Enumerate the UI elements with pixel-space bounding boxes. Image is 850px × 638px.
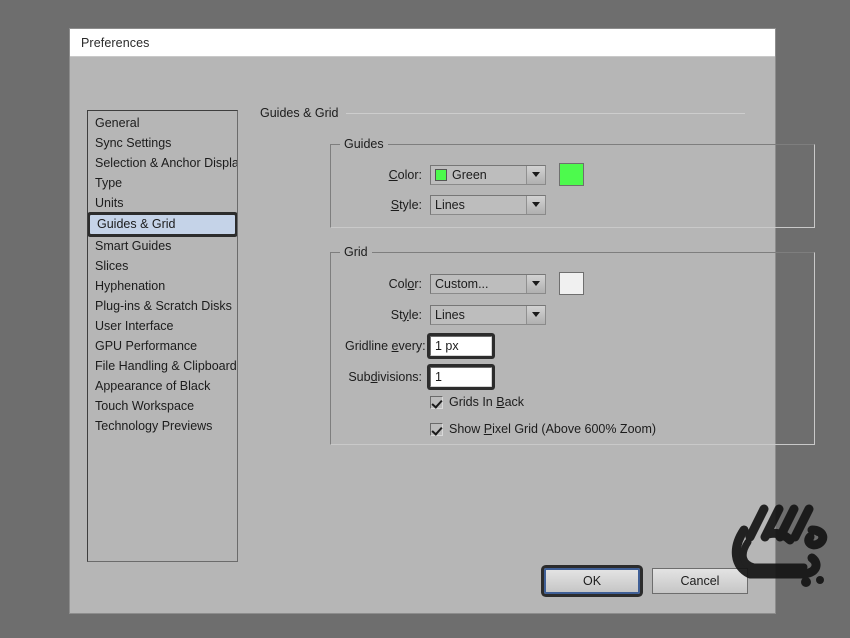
grid-color-combobox[interactable]: Custom... [430, 273, 546, 294]
show-pixel-grid-label: Show Pixel Grid (Above 600% Zoom) [449, 422, 657, 436]
grid-style-row: Style: Lines [372, 304, 546, 325]
sidebar-item-selection-anchor-display[interactable]: Selection & Anchor Display [88, 153, 237, 173]
chevron-down-icon[interactable] [526, 274, 545, 293]
sidebar-item-label: Units [95, 196, 124, 210]
chevron-down-icon[interactable] [526, 165, 545, 184]
chevron-down-icon[interactable] [526, 195, 545, 214]
sidebar-item-general[interactable]: General [88, 113, 237, 133]
sidebar-item-appearance-of-black[interactable]: Appearance of Black [88, 376, 237, 396]
subdivisions-input[interactable]: 1 [430, 366, 492, 387]
sidebar-item-label: Slices [95, 259, 129, 273]
cancel-button-label: Cancel [680, 574, 720, 588]
sidebar-item-technology-previews[interactable]: Technology Previews [88, 416, 237, 436]
sidebar-item-label: Smart Guides [95, 239, 172, 253]
settings-pane: Guides & Grid Guides Color: Green Style:… [258, 58, 815, 613]
sidebar-item-slices[interactable]: Slices [88, 256, 237, 276]
dialog-footer: OK Cancel [258, 543, 761, 613]
grid-color-label: Color: [388, 276, 422, 291]
gridline-every-row: Gridline every: 1 px [345, 335, 492, 356]
dialog-body: General Sync Settings Selection & Anchor D… [70, 58, 815, 613]
gridline-every-value: 1 px [435, 338, 459, 353]
sidebar-item-file-handling-clipboard[interactable]: File Handling & Clipboard [88, 356, 237, 376]
title-bar: Preferences [70, 29, 775, 57]
show-pixel-grid-checkbox[interactable] [430, 422, 443, 436]
sidebar-item-label: Sync Settings [95, 136, 172, 150]
sidebar-item-smart-guides[interactable]: Smart Guides [88, 236, 237, 256]
grid-style-combobox[interactable]: Lines [430, 304, 546, 325]
preferences-dialog: Preferences General Sync Settings Selectio… [70, 29, 815, 613]
guides-style-label: Style: [390, 197, 422, 212]
sidebar-item-label: User Interface [95, 319, 174, 333]
grid-color-row: Color: Custom... [372, 272, 584, 295]
subdivisions-row: Subdivisions: 1 [345, 366, 492, 387]
sidebar-item-units[interactable]: Units [88, 193, 237, 213]
sidebar-item-label: GPU Performance [95, 339, 198, 353]
category-list[interactable]: General Sync Settings Selection & Anchor D… [87, 110, 238, 562]
guides-color-value-wrap: Green [431, 166, 526, 184]
grid-color-value: Custom... [435, 276, 489, 291]
sidebar-item-type[interactable]: Type [88, 173, 237, 193]
grid-style-label: Style: [390, 307, 422, 322]
guides-style-row: Style: Lines [372, 194, 546, 215]
subdivisions-value: 1 [435, 369, 442, 384]
grids-in-back-label: Grids In Back [449, 395, 525, 409]
guides-color-value: Green [452, 167, 487, 182]
sidebar-item-label: Plug-ins & Scratch Disks [95, 299, 232, 313]
sidebar-item-label: File Handling & Clipboard [95, 359, 237, 373]
guides-group-legend: Guides [340, 137, 388, 151]
show-pixel-grid-checkbox-row[interactable]: Show Pixel Grid (Above 600% Zoom) [430, 422, 656, 436]
guides-color-row: Color: Green [372, 163, 584, 186]
ok-button[interactable]: OK [544, 568, 640, 594]
grid-group-legend: Grid [340, 245, 372, 259]
grid-color-preview[interactable] [559, 272, 584, 295]
grids-in-back-checkbox-row[interactable]: Grids In Back [430, 395, 524, 409]
sidebar-item-hyphenation[interactable]: Hyphenation [88, 276, 237, 296]
grids-in-back-checkbox[interactable] [430, 395, 443, 409]
guides-color-swatch-icon [435, 168, 447, 181]
guides-style-value: Lines [435, 197, 465, 212]
sidebar-item-label: Appearance of Black [95, 379, 211, 393]
sidebar-item-sync-settings[interactable]: Sync Settings [88, 133, 237, 153]
sidebar-item-label: General [95, 116, 140, 130]
sidebar-item-label: Guides & Grid [97, 217, 176, 231]
sidebar-item-label: Technology Previews [95, 419, 213, 433]
cancel-button[interactable]: Cancel [652, 568, 748, 594]
sidebar-item-touch-workspace[interactable]: Touch Workspace [88, 396, 237, 416]
ok-button-label: OK [582, 574, 602, 588]
page-title: Guides & Grid [260, 106, 339, 120]
sidebar-item-label: Selection & Anchor Display [95, 156, 238, 170]
sidebar-item-user-interface[interactable]: User Interface [88, 316, 237, 336]
heading-rule [345, 112, 745, 114]
sidebar-item-gpu-performance[interactable]: GPU Performance [88, 336, 237, 356]
chevron-down-icon[interactable] [526, 305, 545, 324]
gridline-every-label: Gridline every: [345, 338, 426, 353]
gridline-every-input[interactable]: 1 px [430, 335, 492, 356]
grid-group: Grid Color: Custom... Style: Lines Gridl… [330, 245, 815, 445]
sidebar-item-label: Touch Workspace [95, 399, 195, 413]
sidebar-item-plug-ins-scratch-disks[interactable]: Plug-ins & Scratch Disks [88, 296, 237, 316]
guides-color-combobox[interactable]: Green [430, 164, 546, 185]
pane-heading: Guides & Grid [260, 106, 745, 120]
sidebar-item-guides-grid[interactable]: Guides & Grid [90, 215, 235, 234]
sidebar-item-label: Type [95, 176, 123, 190]
guides-color-label: Color: [388, 167, 422, 182]
guides-color-preview[interactable] [559, 163, 584, 186]
sidebar-item-label: Hyphenation [95, 279, 166, 293]
subdivisions-label: Subdivisions: [348, 369, 422, 384]
guides-group: Guides Color: Green Style: Lines [330, 137, 815, 228]
guides-style-combobox[interactable]: Lines [430, 194, 546, 215]
grid-style-value: Lines [435, 307, 465, 322]
window-title: Preferences [81, 35, 150, 50]
